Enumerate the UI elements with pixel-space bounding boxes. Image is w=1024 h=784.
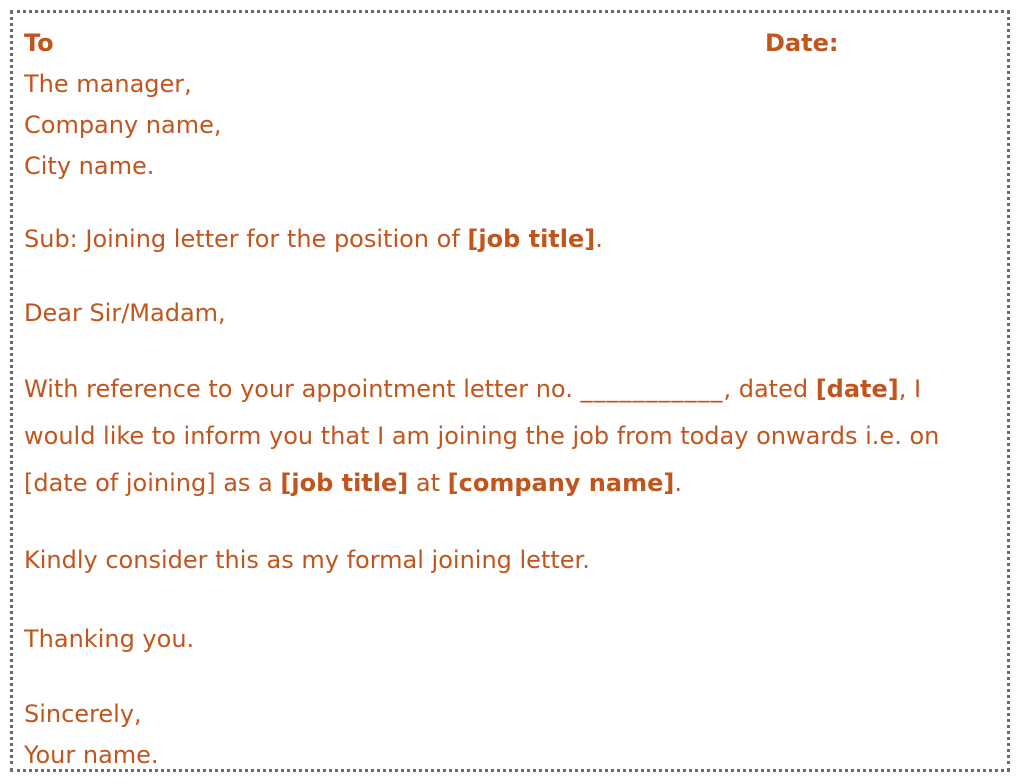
body-part-2: , dated bbox=[723, 375, 816, 403]
body-part-5: . bbox=[674, 469, 682, 497]
recipient-line-manager: The manager, bbox=[24, 70, 192, 98]
subject-prefix: Sub: Joining letter for the position of bbox=[24, 225, 468, 253]
subject-suffix: . bbox=[595, 225, 603, 253]
body-paragraph: With reference to your appointment lette… bbox=[24, 366, 995, 507]
letter-template: To Date: The manager, Company name, City… bbox=[10, 10, 1010, 772]
date-label: Date: bbox=[765, 29, 839, 57]
date-placeholder: [date] bbox=[815, 375, 899, 403]
body-part-1: With reference to your appointment lette… bbox=[24, 375, 581, 403]
recipient-line-company: Company name, bbox=[24, 111, 222, 139]
subject-line: Sub: Joining letter for the position of … bbox=[24, 219, 995, 260]
letter-number-blank: ___________ bbox=[580, 375, 724, 403]
body-job-title-placeholder: [job title] bbox=[280, 469, 409, 497]
closing-line: Kindly consider this as my formal joinin… bbox=[24, 546, 590, 574]
salutation: Dear Sir/Madam, bbox=[24, 299, 226, 327]
recipient-address: The manager, Company name, City name. bbox=[24, 64, 995, 187]
subject-job-title-placeholder: [job title] bbox=[467, 225, 596, 253]
signoff: Sincerely, Your name. bbox=[24, 694, 995, 776]
company-name-placeholder: [company name] bbox=[447, 469, 675, 497]
signoff-name: Your name. bbox=[24, 741, 159, 769]
to-label: To bbox=[24, 29, 54, 57]
thanks-line: Thanking you. bbox=[24, 625, 195, 653]
body-part-4: at bbox=[408, 469, 448, 497]
recipient-line-city: City name. bbox=[24, 152, 155, 180]
signoff-sincerely: Sincerely, bbox=[24, 700, 142, 728]
